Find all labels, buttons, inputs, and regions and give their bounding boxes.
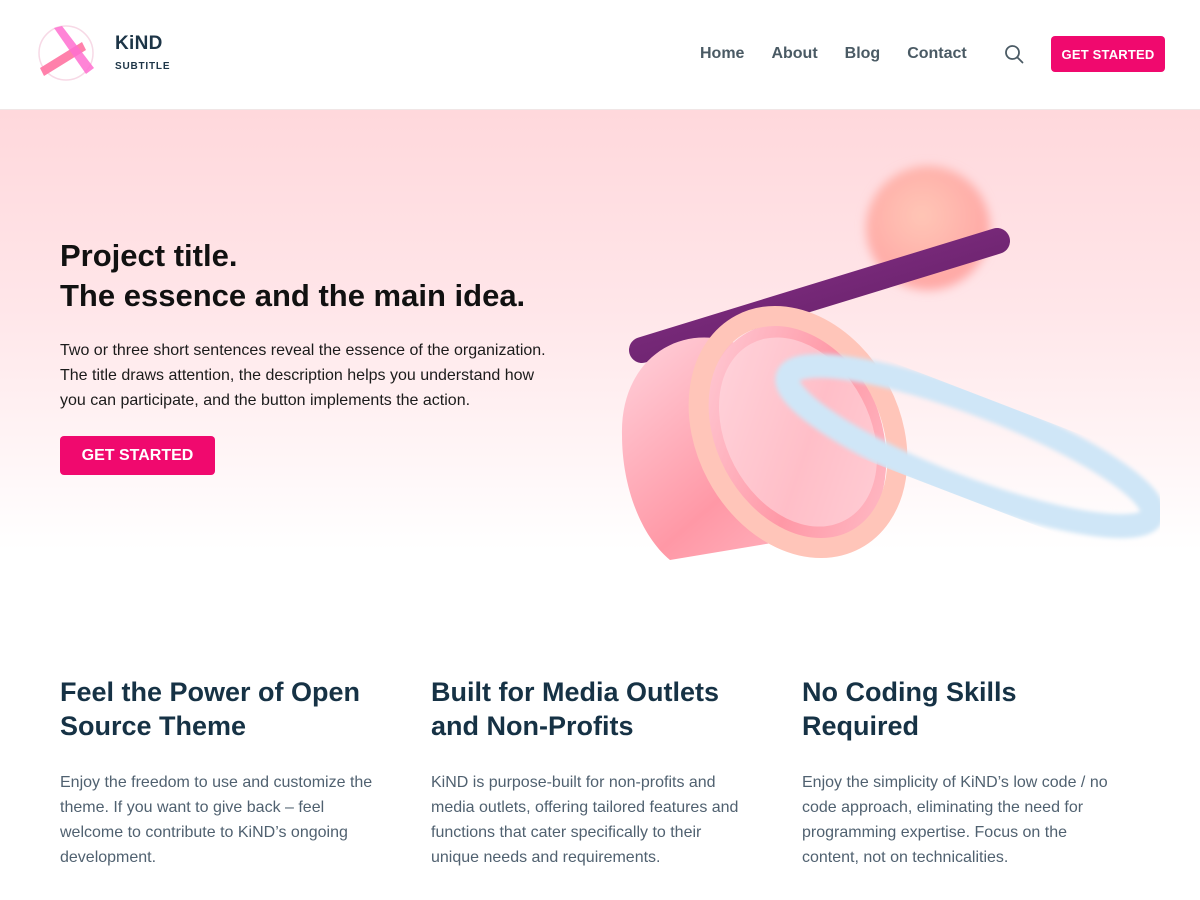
feature-text-line: programming expertise. Focus on the	[802, 824, 1068, 841]
feature-title-line2: and Non-Profits	[431, 711, 634, 741]
nav-blog[interactable]: Blog	[845, 45, 881, 63]
feature-text: KiND is purpose-built for non-profits an…	[431, 770, 776, 870]
header-get-started-button[interactable]: GET STARTED	[1051, 36, 1165, 72]
feature-text-line: Enjoy the simplicity of KiND’s low code …	[802, 774, 1108, 791]
feature-title: No Coding Skills Required	[802, 675, 1147, 743]
feature-text-line: KiND is purpose-built for non-profits an…	[431, 774, 716, 791]
feature-title-line1: Built for Media Outlets	[431, 677, 720, 707]
feature-text-line: theme. If you want to give back – feel	[60, 799, 325, 816]
feature-text-line: unique needs and requirements.	[431, 849, 661, 866]
hero-desc-line1: Two or three short sentences reveal the …	[60, 342, 546, 359]
search-icon[interactable]	[1003, 43, 1025, 65]
feature-text-line: functions that cater specifically to the…	[431, 824, 702, 841]
hero-desc-line3: you can participate, and the button impl…	[60, 392, 471, 409]
main-nav: Home About Blog Contact	[700, 43, 994, 65]
feature-text-line: welcome to contribute to KiND’s ongoing	[60, 824, 348, 841]
hero-title-line2: The essence and the main idea.	[60, 278, 526, 313]
feature-open-source: Feel the Power of Open Source Theme Enjo…	[60, 675, 405, 870]
site-header: KiND SUBTITLE Home About Blog Contact GE…	[0, 0, 1200, 110]
hero-desc-line2: The title draws attention, the descripti…	[60, 367, 535, 384]
feature-title: Built for Media Outlets and Non-Profits	[431, 675, 776, 743]
nav-home[interactable]: Home	[700, 45, 744, 63]
feature-text-line: content, not on technicalities.	[802, 849, 1009, 866]
kind-logo-icon[interactable]	[36, 24, 98, 82]
hero-title: Project title. The essence and the main …	[60, 236, 525, 316]
feature-media-outlets: Built for Media Outlets and Non-Profits …	[431, 675, 776, 870]
feature-no-coding: No Coding Skills Required Enjoy the simp…	[802, 675, 1147, 870]
hero-title-line1: Project title.	[60, 238, 238, 273]
feature-text-line: media outlets, offering tailored feature…	[431, 799, 739, 816]
feature-text: Enjoy the simplicity of KiND’s low code …	[802, 770, 1147, 870]
brand-subtitle: SUBTITLE	[115, 61, 171, 72]
hero-3d-illustration	[621, 166, 1160, 560]
feature-title-line1: Feel the Power of Open	[60, 677, 361, 707]
feature-text: Enjoy the freedom to use and customize t…	[60, 770, 405, 870]
feature-text-line: code approach, eliminating the need for	[802, 799, 1084, 816]
hero-get-started-button[interactable]: GET STARTED	[60, 436, 215, 475]
feature-text-line: Enjoy the freedom to use and customize t…	[60, 774, 373, 791]
nav-about[interactable]: About	[771, 45, 817, 63]
feature-title-line2: Source Theme	[60, 711, 247, 741]
feature-title: Feel the Power of Open Source Theme	[60, 675, 405, 743]
nav-contact[interactable]: Contact	[907, 45, 967, 63]
feature-title-line2: Required	[802, 711, 920, 741]
feature-title-line1: No Coding Skills	[802, 677, 1017, 707]
hero-description: Two or three short sentences reveal the …	[60, 338, 600, 413]
brand-name[interactable]: KiND	[115, 33, 163, 55]
feature-text-line: development.	[60, 849, 157, 866]
hero-section: Project title. The essence and the main …	[0, 110, 1200, 560]
